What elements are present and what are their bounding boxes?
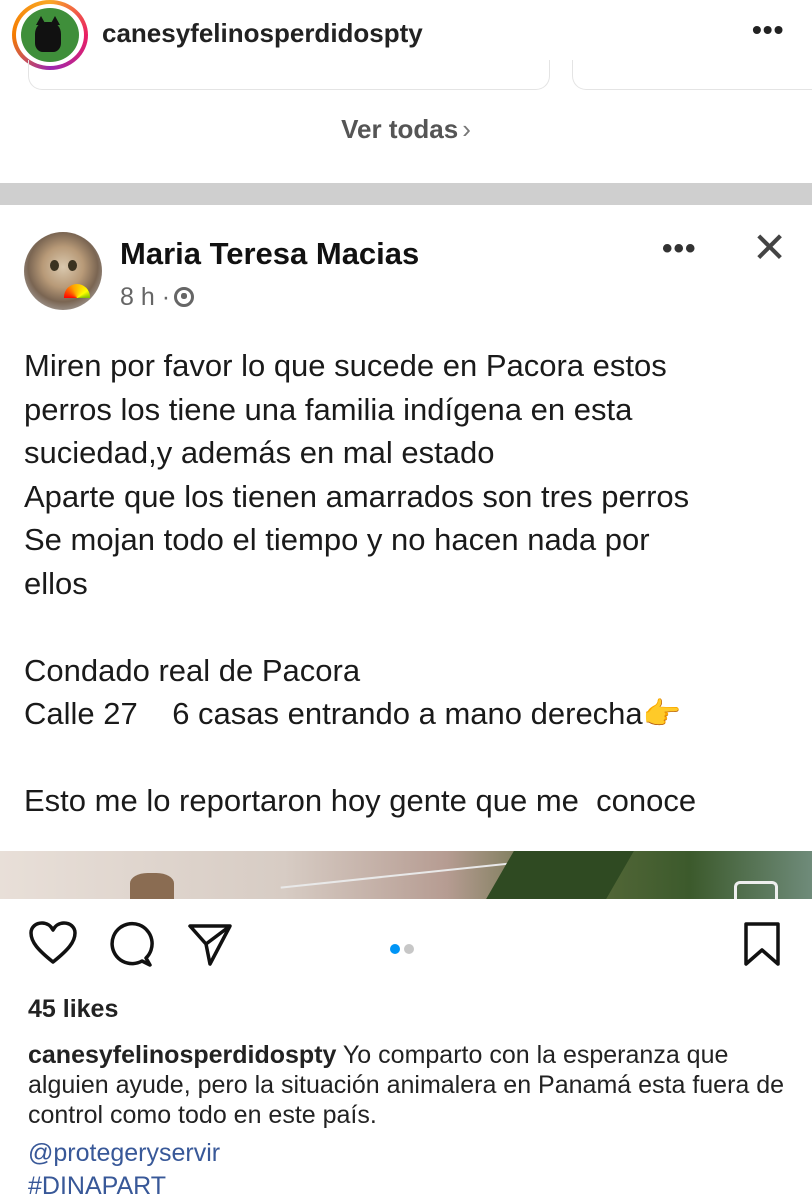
post-more-icon: ••• [662, 232, 697, 265]
mention-link[interactable]: @protegeryservir [28, 1139, 220, 1168]
post-line: ellos [24, 565, 88, 601]
post-line: Aparte que los tienen amarrados son tres… [24, 478, 690, 514]
post-caption: canesyfelinosperdidospty Yo comparto con… [28, 1040, 798, 1130]
comment-icon[interactable] [106, 920, 154, 973]
post-line: perros los tiene una familia indígena en… [24, 391, 633, 427]
share-icon[interactable] [186, 920, 234, 973]
post-line: Calle 27 6 casas entrando a mano derecha… [24, 696, 682, 731]
more-options-icon[interactable]: ••• [752, 16, 784, 44]
post-media-preview[interactable] [0, 851, 812, 899]
post-line [24, 605, 804, 649]
hashtag-link[interactable]: #DINAPART [28, 1172, 166, 1200]
see-all-label: Ver todas [341, 114, 459, 144]
profile-username[interactable]: canesyfelinosperdidospty [102, 18, 423, 49]
see-all-link[interactable]: Ver todas › [0, 114, 812, 145]
author-avatar [24, 232, 102, 310]
cat-logo-icon [21, 8, 79, 62]
carousel-dot [404, 944, 414, 954]
likes-count[interactable]: 45 likes [28, 995, 118, 1024]
post-line [24, 736, 804, 780]
post-body: Miren por favor lo que sucede en Pacora … [24, 344, 804, 823]
post-author-name: Maria Teresa Macias [120, 236, 420, 271]
post-time-text: 8 h · [120, 283, 171, 311]
chevron-right-icon: › [462, 114, 471, 144]
post-timestamp: 8 h · [120, 283, 195, 312]
post-line: Condado real de Pacora [24, 652, 361, 688]
heart-icon[interactable] [28, 920, 78, 971]
post-line: suciedad,y además en mal estado [24, 435, 495, 470]
post-line: Miren por favor lo que sucede en Pacora … [24, 348, 667, 383]
carousel-dot [390, 944, 400, 954]
suggestion-card[interactable] [28, 60, 550, 90]
avatar-frame [16, 4, 84, 66]
suggestion-card[interactable] [572, 60, 812, 90]
section-divider [0, 183, 812, 205]
carousel-indicator [390, 941, 418, 959]
bookmark-icon[interactable] [742, 920, 782, 973]
post-line: Se mojan todo el tiempo y no hacen nada … [24, 522, 650, 557]
caption-username[interactable]: canesyfelinosperdidospty [28, 1041, 336, 1069]
close-icon: ✕ [752, 224, 788, 271]
post-line: Esto me lo reportaron hoy gente que me c… [24, 783, 697, 818]
media-icon [734, 881, 778, 899]
globe-icon [174, 287, 195, 307]
